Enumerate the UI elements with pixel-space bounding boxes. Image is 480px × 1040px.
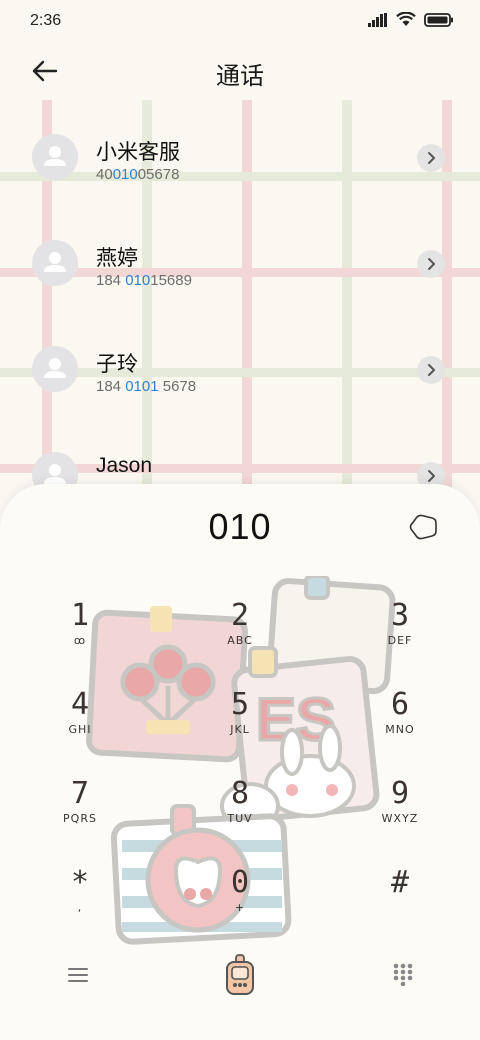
contact-detail-button[interactable] [417,250,445,278]
contact-name: 燕婷 [96,247,138,270]
page-title: 通话 [216,62,264,90]
contact-detail-button[interactable] [417,144,445,172]
dial-key-5[interactable]: 5 JKL [190,689,290,769]
dialpad-icon[interactable] [392,962,414,986]
contact-number: 184 01015689 [96,272,192,289]
dial-key-6[interactable]: 6 MNO [350,689,450,769]
avatar [32,346,78,392]
dial-key-7[interactable]: 7 PQRS [30,778,130,858]
dial-key-4[interactable]: 4 GHI [30,689,130,769]
dial-pad-panel: 010 ES 1ꝏ 2 ABC 3 DEF 4 GHI 5 JKL 6 MNO … [0,484,480,1040]
status-bar: 2:36 [0,0,480,42]
dial-key-8[interactable]: 8 TUV [190,778,290,858]
chevron-right-icon [428,152,435,164]
status-time: 2:36 [30,12,62,29]
dial-key-hash[interactable]: # [350,867,450,947]
battery-icon [424,12,453,27]
avatar [32,134,78,180]
person-icon [44,358,66,378]
dial-key-2[interactable]: 2 ABC [190,600,290,680]
person-icon [44,252,66,272]
dial-key-9[interactable]: 9 WXYZ [350,778,450,858]
wifi-icon [396,12,416,26]
dial-key-1[interactable]: 1ꝏ [30,600,130,680]
call-icon[interactable] [224,954,256,996]
chevron-right-icon [428,258,435,270]
contact-detail-button[interactable] [417,356,445,384]
avatar [32,240,78,286]
chevron-right-icon [428,364,435,376]
contact-name: 子玲 [96,353,138,376]
signal-icon [368,12,387,27]
dial-key-star[interactable]: *, [30,867,130,947]
contact-item[interactable]: 燕婷 184 01015689 [0,218,480,324]
menu-icon[interactable] [68,966,88,984]
dial-key-0[interactable]: 0 + [190,867,290,947]
dial-key-3[interactable]: 3 DEF [350,600,450,680]
backspace-icon[interactable] [408,514,438,540]
person-icon [44,146,66,166]
contact-item[interactable]: 小米客服 4001005678 [0,112,480,218]
contact-name: Jason [96,454,153,477]
header: 通话 [0,42,480,102]
contact-item[interactable]: 子玲 184 0101 5678 [0,324,480,430]
contact-name: 小米客服 [96,141,180,164]
contact-number: 4001005678 [96,166,180,183]
contact-number: 184 0101 5678 [96,378,197,395]
